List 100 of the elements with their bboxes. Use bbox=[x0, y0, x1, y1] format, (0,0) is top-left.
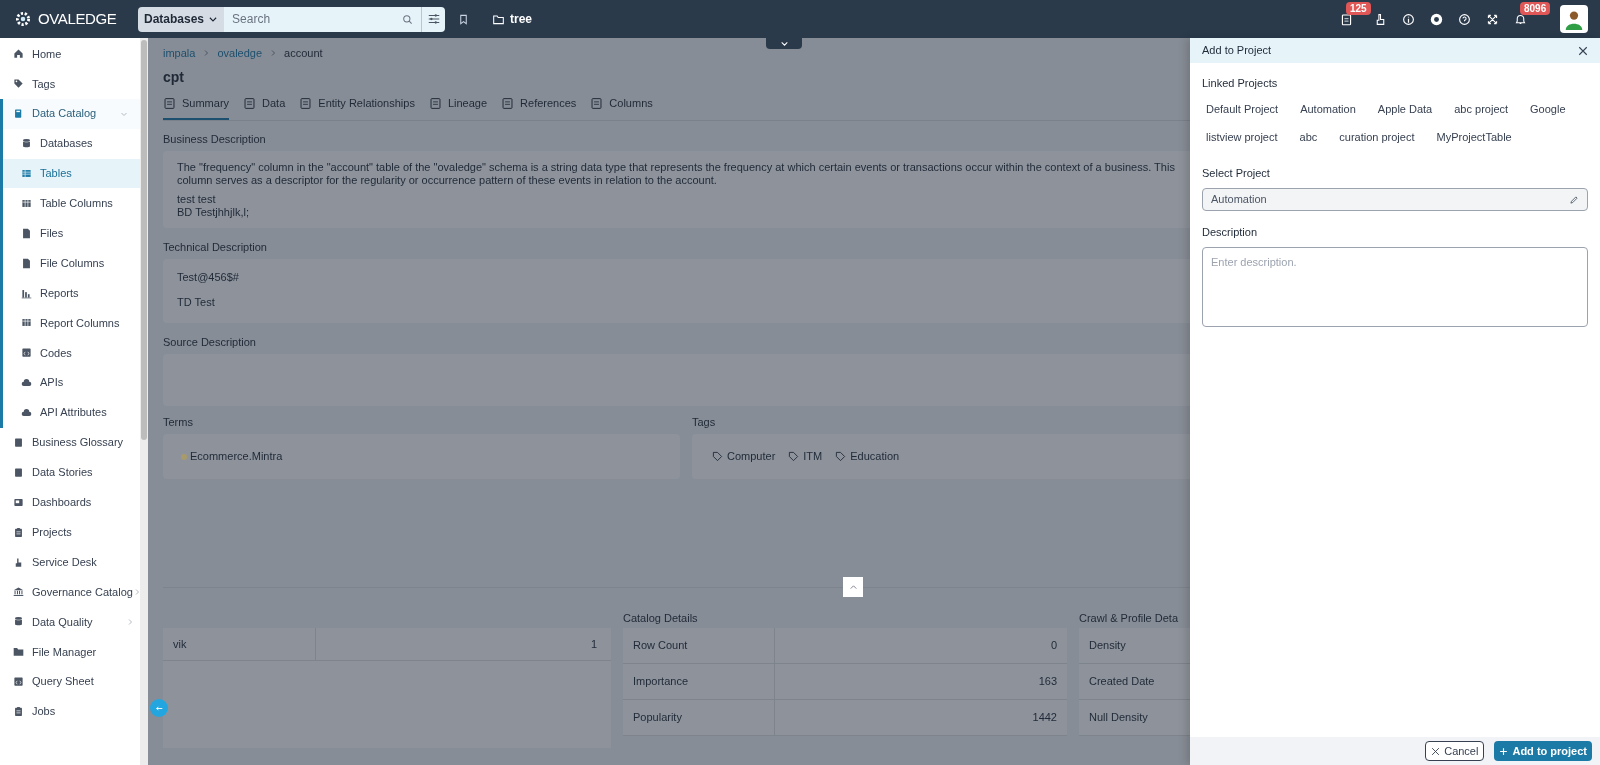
gear-logo-icon bbox=[14, 10, 32, 28]
project-chip[interactable]: Google bbox=[1526, 98, 1570, 120]
folder-icon bbox=[13, 646, 24, 658]
section-label: Terms bbox=[163, 415, 193, 430]
project-chip[interactable]: abc project bbox=[1450, 98, 1513, 120]
filter-button[interactable] bbox=[421, 6, 445, 32]
close-icon bbox=[1431, 746, 1441, 756]
sidebar-item[interactable]: Home bbox=[0, 39, 140, 69]
tag-label: ITM bbox=[803, 449, 823, 465]
project-chip[interactable]: MyProjectTable bbox=[1432, 126, 1516, 148]
code-icon bbox=[13, 676, 24, 688]
book-icon bbox=[13, 437, 24, 448]
tab[interactable]: Columns bbox=[590, 89, 653, 120]
project-chip[interactable]: Default Project bbox=[1202, 98, 1283, 120]
description-field[interactable]: Enter description. bbox=[1202, 246, 1588, 327]
page-title: cpt bbox=[163, 68, 184, 86]
sidebar-item[interactable]: Tables bbox=[0, 158, 140, 189]
project-select[interactable]: Automation bbox=[1202, 188, 1588, 211]
tag-label: Education bbox=[850, 449, 900, 465]
tab[interactable]: Lineage bbox=[428, 89, 488, 120]
bookmark-icon[interactable] bbox=[458, 13, 469, 25]
section-label: Tags bbox=[692, 415, 716, 430]
chevron-down-icon bbox=[208, 14, 219, 24]
book-icon bbox=[13, 108, 24, 120]
tab[interactable]: Entity Relationships bbox=[299, 89, 415, 120]
plus-icon bbox=[1499, 746, 1509, 756]
search-field[interactable]: Search bbox=[224, 10, 402, 28]
sidebar-item[interactable]: Data Catalog bbox=[0, 98, 140, 129]
sidebar-item[interactable]: Service Desk bbox=[0, 547, 140, 578]
collapse-header-button[interactable] bbox=[766, 38, 802, 49]
dashboard-icon bbox=[13, 496, 24, 508]
sidebar-item[interactable]: Tags bbox=[0, 68, 140, 99]
table-icon bbox=[21, 168, 32, 179]
tab[interactable]: Summary bbox=[163, 89, 230, 120]
pencil-icon bbox=[1569, 194, 1579, 205]
section-label: Description bbox=[1202, 225, 1258, 240]
sidebar-item[interactable]: Jobs bbox=[0, 696, 140, 727]
project-chip[interactable]: listview project bbox=[1202, 126, 1282, 148]
bar-chart-icon bbox=[21, 287, 32, 299]
clipboard-icon[interactable] bbox=[1339, 12, 1353, 26]
description-text: The "frequency" column in the "account" table of the "ovaledge" schema is a string data type that represents the frequency at which certain events or transactions occur within the context of a business. This column serves as a descriptor for the regularity or occurrence pattern of these events in relation to the account. bbox=[177, 161, 1176, 187]
panel-title: Add to Project bbox=[1202, 43, 1272, 59]
project-chip[interactable]: abc bbox=[1295, 126, 1322, 148]
description-text: test test bbox=[177, 193, 217, 206]
file-icon bbox=[21, 257, 32, 269]
section-label: Linked Projects bbox=[1202, 76, 1278, 91]
sidebar-item[interactable]: Data Quality bbox=[0, 606, 140, 637]
description-text: TD Test bbox=[177, 296, 215, 309]
table-cell: Row Count bbox=[623, 628, 775, 663]
project-chip[interactable]: Apple Data bbox=[1373, 98, 1437, 120]
database-icon bbox=[21, 138, 32, 150]
section-label: Technical Description bbox=[163, 240, 267, 255]
term-link[interactable]: Ecommerce.Mintra bbox=[190, 448, 283, 465]
table-cell: vik bbox=[163, 628, 316, 660]
sidebar-item[interactable]: Query Sheet bbox=[0, 666, 140, 697]
clipboard-icon bbox=[13, 706, 24, 718]
expand-icon[interactable] bbox=[1485, 12, 1499, 26]
table-cell-text: 1 bbox=[589, 636, 598, 652]
description-text: Test@456$# bbox=[177, 271, 239, 284]
folder-icon bbox=[493, 13, 504, 25]
sidebar-item[interactable]: Data Stories bbox=[0, 457, 140, 488]
cloud-icon bbox=[21, 377, 32, 389]
document-icon bbox=[243, 97, 257, 110]
search-bar[interactable]: Search bbox=[224, 6, 421, 32]
sidebar-item[interactable]: Business Glossary bbox=[0, 427, 140, 458]
close-icon[interactable] bbox=[1578, 45, 1588, 56]
tab[interactable]: References bbox=[501, 89, 577, 120]
scrollbar-thumb[interactable] bbox=[141, 40, 147, 440]
project-chip[interactable]: curation project bbox=[1335, 126, 1419, 148]
description-text: BD Testjhhjlk,l; bbox=[177, 206, 250, 219]
sidebar-item[interactable]: Projects bbox=[0, 517, 140, 548]
clipboard-icon bbox=[13, 526, 24, 538]
chevron-right-icon bbox=[126, 617, 134, 626]
chevron-right-icon bbox=[202, 49, 211, 57]
collapse-button[interactable] bbox=[150, 699, 168, 717]
breadcrumb-current: account bbox=[284, 45, 323, 61]
count-badge: 8096 bbox=[1520, 2, 1551, 15]
tag-icon bbox=[712, 451, 723, 462]
tab[interactable]: Data bbox=[243, 89, 286, 120]
sidebar-item[interactable]: Dashboards bbox=[0, 487, 140, 518]
logo-text: OVALEDGE bbox=[38, 8, 117, 29]
project-chip[interactable]: Automation bbox=[1296, 98, 1360, 120]
count-badge: 125 bbox=[1346, 2, 1371, 15]
code-icon bbox=[21, 347, 32, 359]
table-cell: Popularity bbox=[623, 700, 775, 735]
scope-dropdown[interactable]: Databases bbox=[138, 6, 225, 32]
tag-icon bbox=[788, 451, 800, 462]
folder-link[interactable]: tree bbox=[493, 10, 532, 28]
chevron-right-icon bbox=[269, 49, 278, 57]
sidebar-item[interactable]: Governance Catalog bbox=[0, 577, 140, 607]
tag-icon bbox=[835, 451, 847, 462]
table-cell-text: 163 bbox=[1037, 674, 1058, 690]
file-icon bbox=[21, 227, 32, 239]
help-icon[interactable] bbox=[1457, 12, 1471, 26]
info-icon[interactable] bbox=[1401, 12, 1415, 26]
section-label: Crawl & Profile Deta bbox=[1079, 611, 1179, 626]
add-button[interactable]: Add to project bbox=[1494, 741, 1592, 761]
cancel-button[interactable]: Cancel bbox=[1425, 741, 1485, 761]
bell-icon[interactable] bbox=[1513, 12, 1527, 26]
sidebar-item[interactable]: File Manager bbox=[0, 636, 140, 667]
